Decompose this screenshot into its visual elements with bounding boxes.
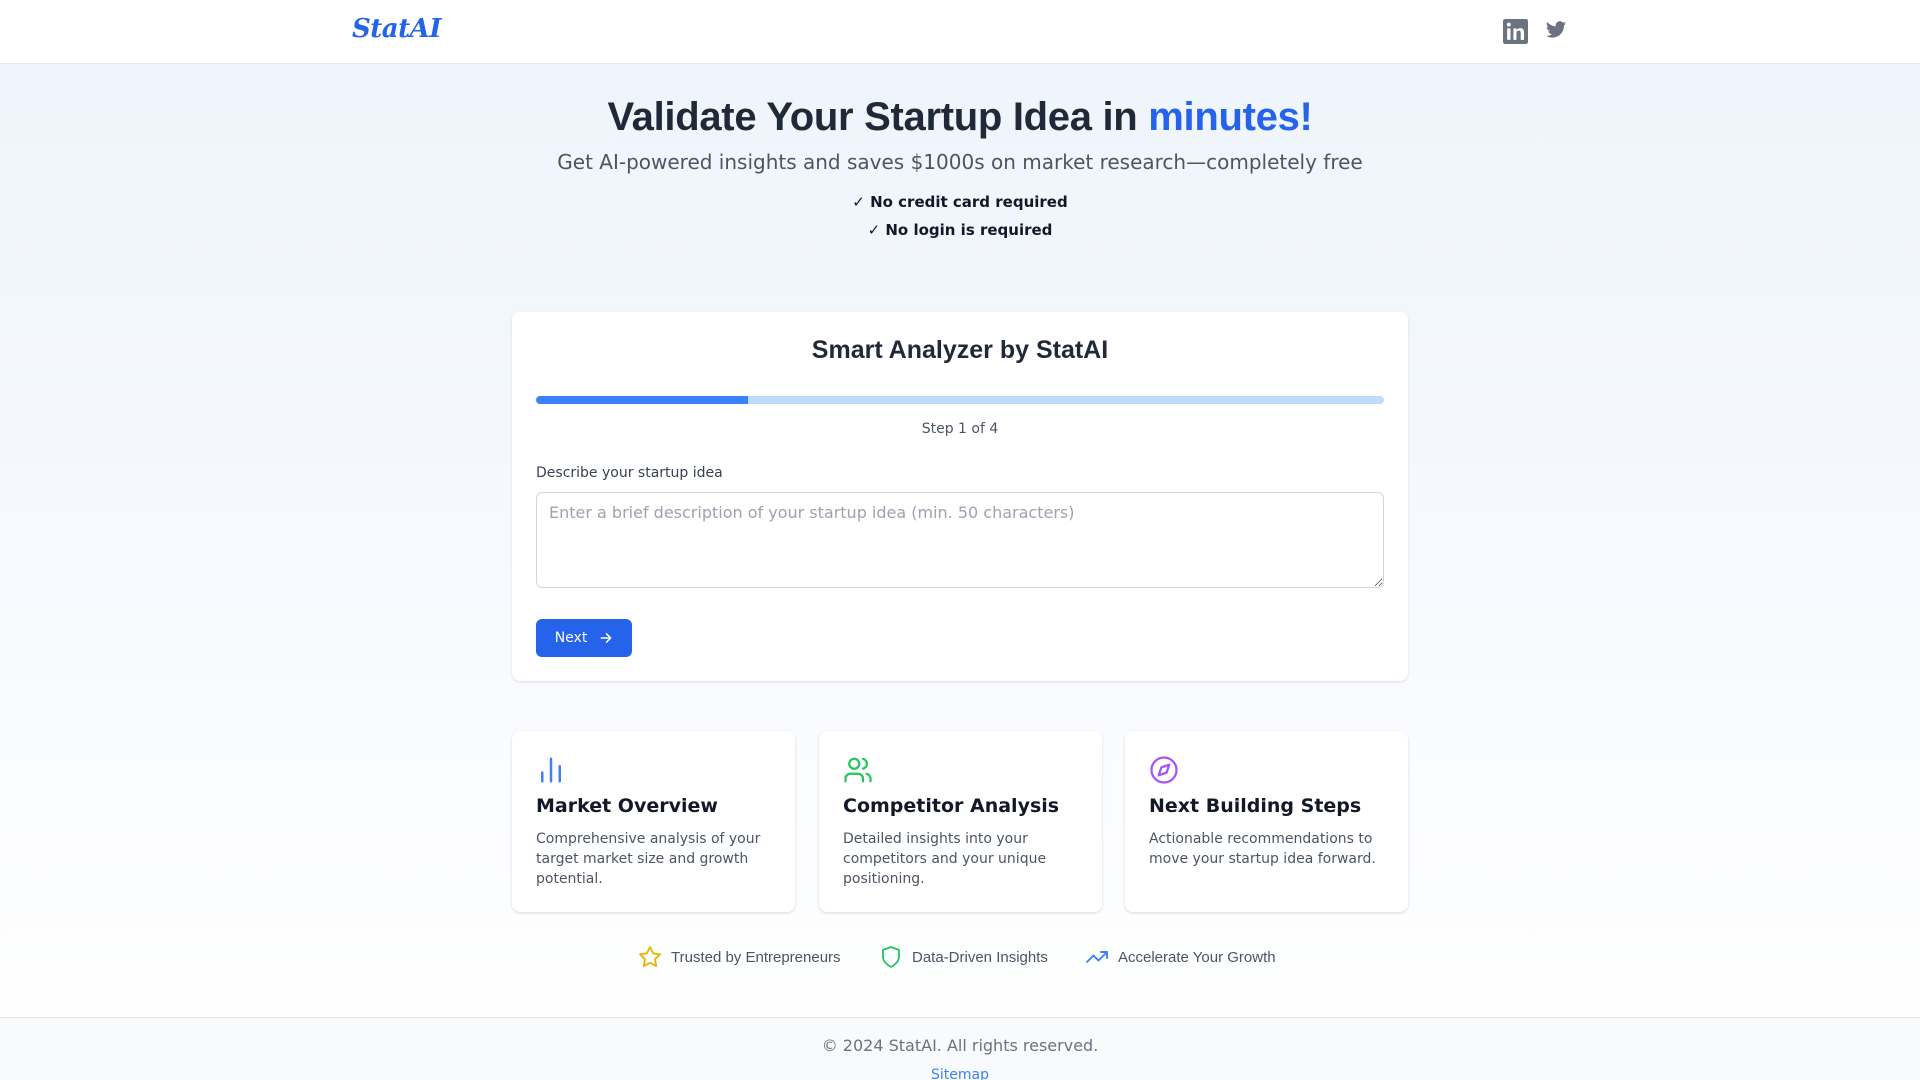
trust-label: Trusted by Entrepreneurs <box>671 948 841 966</box>
hero-subtitle: Get AI-powered insights and saves $1000s… <box>557 150 1363 174</box>
feature-description: Comprehensive analysis of your target ma… <box>536 831 761 887</box>
bar-chart-icon <box>541 757 561 783</box>
analyzer-card: Smart Analyzer by StatAI Step 1 of 4 Des… <box>512 312 1408 681</box>
arrow-right-icon <box>600 633 612 643</box>
step-indicator: Step 1 of 4 <box>921 421 999 437</box>
trending-up-icon <box>1086 951 1108 963</box>
check-no-credit-card: ✓ No credit card required <box>852 193 1068 211</box>
trust-growth: Accelerate Your Growth <box>1085 945 1276 969</box>
linkedin-link[interactable] <box>1503 19 1528 48</box>
startup-idea-input[interactable] <box>536 492 1384 588</box>
trust-entrepreneurs: Trusted by Entrepreneurs <box>638 945 841 969</box>
site-footer: © 2024 StatAI. All rights reserved. Site… <box>0 1017 1920 1080</box>
feature-title: Competitor Analysis <box>843 795 1060 817</box>
feature-title: Next Building Steps <box>1149 795 1362 817</box>
feature-competitor-analysis: Competitor Analysis Detailed insights in… <box>819 731 1102 912</box>
idea-field-label: Describe your startup idea <box>536 465 723 481</box>
next-button-label: Next <box>554 630 588 646</box>
users-icon <box>844 757 872 783</box>
twitter-link[interactable] <box>1545 19 1567 45</box>
twitter-icon <box>1545 21 1567 38</box>
analyzer-title: Smart Analyzer by StatAI <box>811 336 1109 364</box>
trust-data-driven: Data-Driven Insights <box>879 945 1048 969</box>
sitemap-link[interactable]: Sitemap <box>0 1067 1920 1080</box>
hero-title: Validate Your Startup Idea in minutes! <box>0 95 1920 140</box>
site-header: StatAI <box>0 0 1920 64</box>
check-no-login: ✓ No login is required <box>867 221 1053 239</box>
feature-description: Actionable recommendations to move your … <box>1149 831 1376 867</box>
next-button[interactable]: Next <box>536 619 632 657</box>
copyright-text: © 2024 StatAI. All rights reserved. <box>821 1036 1099 1055</box>
feature-market-overview: Market Overview Comprehensive analysis o… <box>512 731 795 912</box>
star-icon <box>639 946 661 967</box>
feature-next-building-steps: Next Building Steps Actionable recommend… <box>1125 731 1408 912</box>
compass-icon <box>1150 756 1178 784</box>
progress-fill <box>536 396 748 404</box>
progress-bar <box>536 396 1384 404</box>
trust-label: Accelerate Your Growth <box>1118 948 1276 966</box>
logo[interactable]: StatAI <box>352 14 441 44</box>
hero-title-accent: minutes! <box>1148 95 1313 139</box>
feature-description: Detailed insights into your competitors … <box>843 831 1047 887</box>
feature-title: Market Overview <box>536 795 718 817</box>
linkedin-icon <box>1503 19 1528 44</box>
hero-title-main: Validate Your Startup Idea in <box>607 95 1149 139</box>
trust-label: Data-Driven Insights <box>912 948 1048 966</box>
shield-icon <box>882 946 900 968</box>
